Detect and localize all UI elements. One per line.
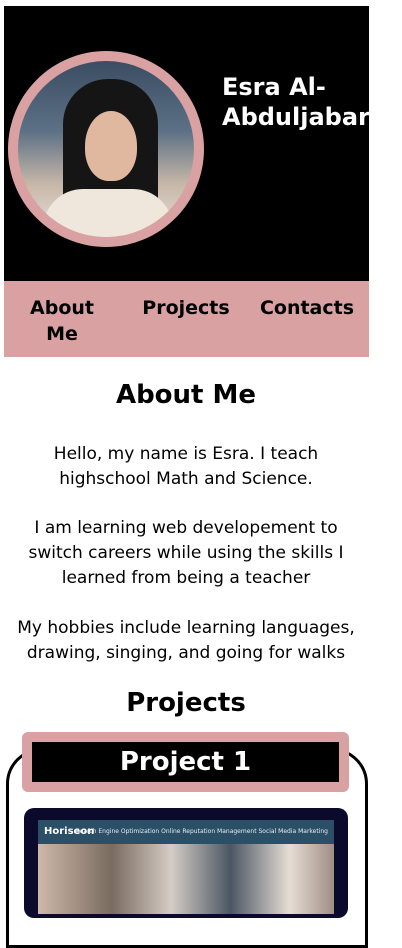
profile-shirt: [43, 189, 173, 237]
project-screenshot[interactable]: Horiseon Search Engine Optimization Onli…: [24, 808, 348, 918]
site-title-name: Esra Al-Abduljabar: [222, 73, 370, 131]
project-title-frame: Project 1: [22, 732, 349, 792]
profile-face: [85, 111, 137, 181]
project-screenshot-hero-image: [38, 844, 334, 914]
about-paragraph-1: Hello, my name is Esra. I teach highscho…: [53, 444, 319, 489]
projects-section-title: Projects: [126, 688, 246, 718]
about-section-title: About Me: [115, 380, 257, 410]
nav-projects-link[interactable]: Projects: [131, 295, 241, 321]
about-paragraph-2: I am learning web developement to switch…: [28, 518, 344, 588]
nav-about-me-link[interactable]: About Me: [24, 295, 100, 347]
profile-photo-frame: [8, 51, 204, 247]
project-screenshot-header: Horiseon Search Engine Optimization Onli…: [38, 820, 334, 844]
profile-photo: [18, 61, 194, 237]
about-paragraph-3: My hobbies include learning languages, d…: [17, 618, 355, 663]
main-navigation: About Me Projects Contacts: [4, 281, 369, 357]
project-screenshot-links: Search Engine Optimization Online Reputa…: [75, 828, 328, 835]
nav-contacts-link[interactable]: Contacts: [252, 295, 362, 321]
site-header: Esra Al-Abduljabar: [4, 6, 370, 281]
project-title: Project 1: [32, 742, 339, 782]
